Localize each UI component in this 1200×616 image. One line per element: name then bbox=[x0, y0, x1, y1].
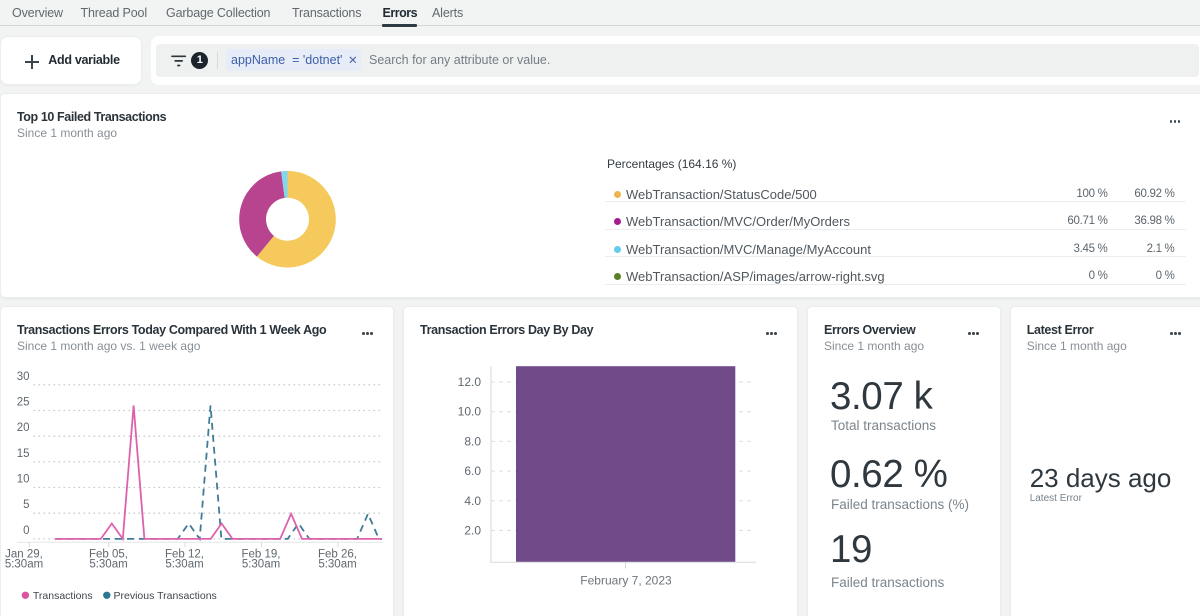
svg-text:5:30am: 5:30am bbox=[165, 559, 203, 571]
svg-text:5:30am: 5:30am bbox=[89, 559, 127, 571]
svg-text:10: 10 bbox=[17, 474, 30, 486]
svg-text:February 7, 2023: February 7, 2023 bbox=[580, 574, 672, 588]
svg-text:8.0: 8.0 bbox=[464, 434, 481, 448]
svg-text:20: 20 bbox=[17, 422, 30, 434]
svg-text:5:30am: 5:30am bbox=[318, 559, 356, 571]
svg-text:Previous Transactions: Previous Transactions bbox=[114, 590, 217, 602]
svg-text:25: 25 bbox=[17, 397, 30, 409]
svg-text:6.0: 6.0 bbox=[464, 464, 481, 478]
svg-text:12.0: 12.0 bbox=[458, 375, 482, 389]
svg-text:10.0: 10.0 bbox=[458, 405, 482, 419]
svg-text:5:30am: 5:30am bbox=[242, 559, 280, 571]
svg-text:2.0: 2.0 bbox=[464, 524, 481, 538]
svg-text:5: 5 bbox=[23, 499, 29, 511]
svg-text:0: 0 bbox=[23, 525, 29, 537]
svg-text:Transactions: Transactions bbox=[33, 590, 93, 602]
svg-text:5:30am: 5:30am bbox=[5, 559, 43, 571]
svg-text:4.0: 4.0 bbox=[464, 494, 481, 508]
svg-text:30: 30 bbox=[17, 371, 30, 383]
svg-text:15: 15 bbox=[17, 448, 30, 460]
